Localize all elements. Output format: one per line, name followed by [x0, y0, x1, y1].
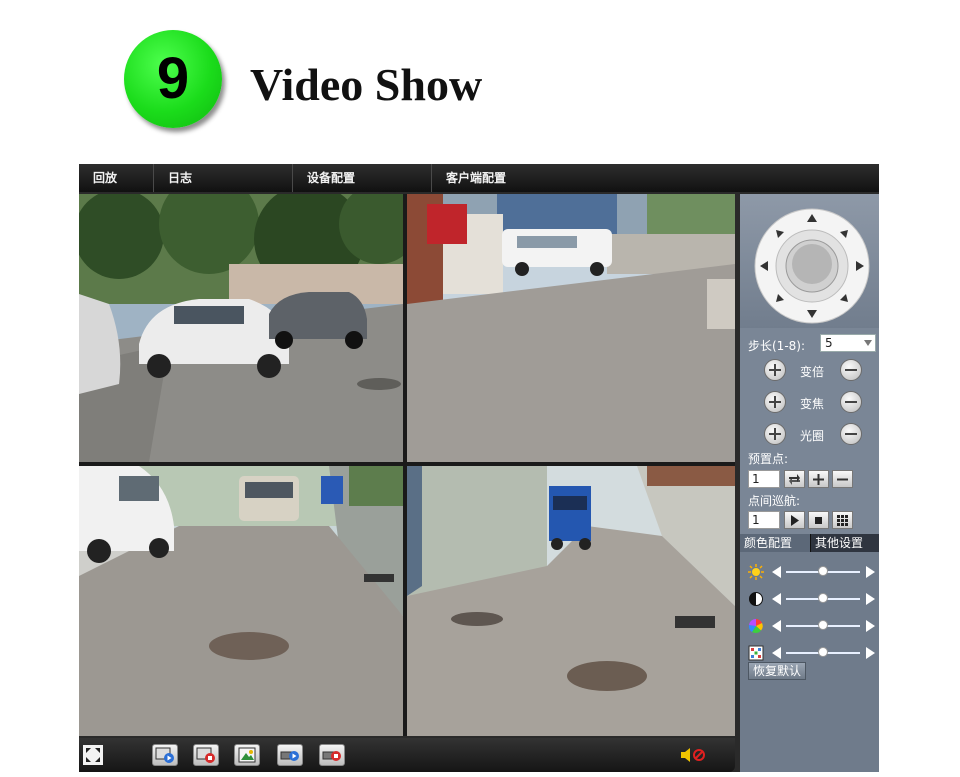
- banner-title: Video Show: [250, 59, 483, 110]
- ptz-area: [740, 194, 879, 328]
- zoom-row: 变倍: [740, 359, 879, 383]
- cruise-input[interactable]: 1: [748, 511, 780, 529]
- brightness-slider-row: [740, 562, 879, 582]
- zoom-out-button[interactable]: [840, 359, 862, 381]
- preset-add-button[interactable]: [808, 470, 829, 488]
- fullscreen-icon[interactable]: [83, 745, 103, 765]
- contrast-slider-row: [740, 589, 879, 609]
- brightness-increase[interactable]: [866, 566, 875, 578]
- speaker-muted-icon[interactable]: [680, 747, 706, 763]
- restore-default-button[interactable]: 恢复默认: [748, 662, 807, 680]
- step-number: 9: [156, 46, 190, 111]
- start-record-button[interactable]: [277, 744, 303, 766]
- hue-slider-row: [740, 643, 879, 663]
- zoom-label: 变倍: [800, 365, 825, 379]
- iris-label: 光圈: [800, 429, 825, 443]
- settings-tabs: 颜色配置 其他设置: [740, 534, 879, 552]
- iris-row: 光圈: [740, 423, 879, 447]
- color-config-panel: 恢复默认: [740, 552, 879, 772]
- camera-record-icon: [280, 751, 299, 761]
- plus-icon: [813, 473, 824, 485]
- hue-decrease[interactable]: [772, 647, 781, 659]
- sun-icon: [748, 564, 764, 580]
- saturation-slider-row: [740, 616, 879, 636]
- menu-bar: 回放 日志 设备配置 客户端配置: [79, 164, 879, 192]
- stop-all-video-button[interactable]: [193, 744, 219, 766]
- hue-thumb[interactable]: [818, 647, 828, 657]
- minus-icon: [837, 478, 848, 480]
- tab-other-settings[interactable]: 其他设置: [810, 534, 879, 552]
- menu-device-config[interactable]: 设备配置: [293, 164, 432, 192]
- menu-playback[interactable]: 回放: [79, 164, 154, 192]
- preset-goto-button[interactable]: [784, 470, 805, 488]
- chevron-down-icon: [864, 340, 872, 346]
- contrast-increase[interactable]: [866, 593, 875, 605]
- cruise-start-button[interactable]: [784, 511, 805, 529]
- saturation-decrease[interactable]: [772, 620, 781, 632]
- grid-icon: [748, 645, 764, 661]
- camera-stop-icon: [322, 751, 341, 761]
- stop-icon: [815, 516, 822, 524]
- monitor-play-icon: [155, 747, 174, 763]
- hue-increase[interactable]: [866, 647, 875, 659]
- contrast-thumb[interactable]: [818, 593, 828, 603]
- zoom-in-button[interactable]: [764, 359, 786, 381]
- start-all-video-button[interactable]: [152, 744, 178, 766]
- step-label: 步长(1-8):: [748, 339, 806, 353]
- iris-plus-button[interactable]: [764, 423, 786, 445]
- camera-view-3[interactable]: [79, 466, 403, 736]
- focus-label: 变焦: [800, 397, 825, 411]
- video-grid: [79, 194, 735, 736]
- brightness-thumb[interactable]: [818, 566, 828, 576]
- picture-icon: [238, 747, 256, 763]
- focus-plus-button[interactable]: [764, 391, 786, 413]
- step-number-badge: 9: [124, 30, 222, 128]
- tab-color-config[interactable]: 颜色配置: [740, 534, 810, 552]
- play-icon: [791, 514, 799, 526]
- step-select[interactable]: 5: [820, 334, 876, 352]
- preset-delete-button[interactable]: [832, 470, 853, 488]
- contrast-icon: [749, 592, 763, 606]
- preset-input[interactable]: 1: [748, 470, 780, 488]
- camera-view-4[interactable]: [407, 466, 735, 736]
- preset-label: 预置点:: [748, 452, 789, 466]
- cruise-settings-button[interactable]: [832, 511, 853, 529]
- menu-log[interactable]: 日志: [154, 164, 293, 192]
- control-panel: 步长(1-8): 5 变倍 变焦 光圈 预置点: 1 点间巡航: 1 颜色配置 …: [740, 194, 879, 772]
- iris-minus-button[interactable]: [840, 423, 862, 445]
- focus-minus-button[interactable]: [840, 391, 862, 413]
- swap-arrows-icon: [789, 473, 800, 485]
- saturation-increase[interactable]: [866, 620, 875, 632]
- snapshot-button[interactable]: [234, 744, 260, 766]
- stop-record-button[interactable]: [319, 744, 345, 766]
- monitor-stop-icon: [196, 747, 215, 763]
- video-client-window: 回放 日志 设备配置 客户端配置 步长(1-8): 5 变倍 变焦 光圈 预置点…: [79, 164, 879, 772]
- step-value: 5: [825, 336, 833, 350]
- contrast-decrease[interactable]: [772, 593, 781, 605]
- ptz-direction-pad[interactable]: [754, 208, 870, 324]
- cruise-label: 点间巡航:: [748, 494, 801, 508]
- focus-row: 变焦: [740, 391, 879, 415]
- brightness-decrease[interactable]: [772, 566, 781, 578]
- color-wheel-icon: [748, 618, 763, 634]
- bottom-toolbar: [79, 738, 735, 772]
- grid-icon: [837, 514, 848, 526]
- camera-view-1[interactable]: [79, 194, 403, 462]
- menu-client-config[interactable]: 客户端配置: [432, 164, 879, 192]
- cruise-stop-button[interactable]: [808, 511, 829, 529]
- saturation-thumb[interactable]: [818, 620, 828, 630]
- camera-view-2[interactable]: [407, 194, 735, 462]
